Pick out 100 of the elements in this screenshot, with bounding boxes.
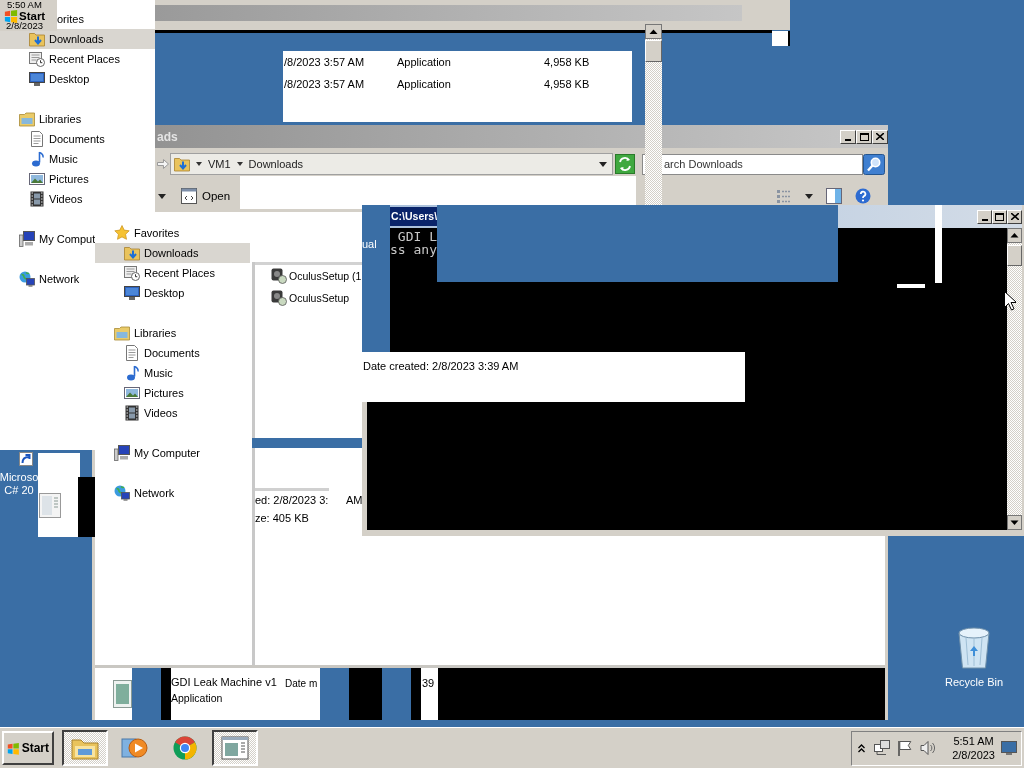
open-button[interactable]: Open xyxy=(178,186,235,206)
nav-item[interactable]: Pictures xyxy=(95,383,250,403)
network-icon[interactable] xyxy=(874,740,890,756)
nav-item[interactable]: Network xyxy=(0,269,95,289)
preview-pane-icon[interactable] xyxy=(826,188,842,204)
nav-item[interactable]: Desktop xyxy=(0,69,155,89)
nav-item[interactable]: Downloads xyxy=(95,243,250,263)
document-icon xyxy=(124,345,140,361)
media-player-icon xyxy=(121,736,149,760)
window-title: C:\Users\ xyxy=(390,207,439,226)
clock-time[interactable]: 5:51 AM xyxy=(953,734,994,748)
chevron-up-icon[interactable] xyxy=(858,743,865,753)
window-icon xyxy=(113,680,132,708)
dropdown-arrow-icon[interactable] xyxy=(599,161,607,167)
maximize-button[interactable] xyxy=(992,209,1007,224)
nav-item[interactable]: Recent Places xyxy=(0,49,155,69)
folder-icon xyxy=(19,111,35,127)
picture-icon xyxy=(29,171,45,187)
clock-date[interactable]: 2/8/2023 xyxy=(952,748,995,762)
nav-item[interactable]: Documents xyxy=(0,129,155,149)
globe-icon xyxy=(114,485,130,501)
folder-icon xyxy=(114,325,130,341)
scrollbar[interactable] xyxy=(1007,228,1022,530)
detail-text: AM xyxy=(346,494,363,506)
maximize-button[interactable] xyxy=(856,129,872,144)
computer-icon xyxy=(19,231,35,247)
nav-item[interactable]: Desktop xyxy=(95,283,250,303)
breadcrumb-arrow-icon[interactable] xyxy=(195,162,202,166)
detail-text: ed: 2/8/2023 3: xyxy=(255,494,330,506)
nav-item[interactable]: My Comput xyxy=(0,229,95,249)
clock-date: 2/8/2023 xyxy=(5,21,44,31)
close-button[interactable] xyxy=(872,129,888,144)
minimize-button[interactable] xyxy=(840,129,856,144)
help-icon[interactable] xyxy=(855,188,871,204)
window-title: ads xyxy=(157,129,178,144)
picture-icon xyxy=(124,385,140,401)
monitor-icon xyxy=(124,285,140,301)
recycle-bin-icon[interactable] xyxy=(956,624,992,670)
breadcrumb-item[interactable]: Downloads xyxy=(248,158,303,170)
address-bar[interactable]: VM1 Downloads xyxy=(169,153,613,175)
search-icon[interactable] xyxy=(863,153,885,175)
minimize-icon xyxy=(981,218,988,221)
scroll-up-icon[interactable] xyxy=(645,24,662,39)
breadcrumb-item[interactable]: VM1 xyxy=(207,158,231,170)
table-cell-text: /8/2023 3:57 AM xyxy=(283,56,366,68)
nav-item[interactable]: Libraries xyxy=(95,323,250,343)
windows-logo-icon xyxy=(4,8,18,23)
flag-icon[interactable] xyxy=(897,740,913,756)
minimize-icon xyxy=(845,138,851,141)
start-button[interactable]: Start xyxy=(2,731,54,765)
nav-item[interactable]: Network xyxy=(95,483,250,503)
scrollbar-thumb[interactable] xyxy=(1007,245,1022,266)
close-button[interactable] xyxy=(1007,209,1022,224)
clock-window-icon xyxy=(29,51,45,67)
computer-icon xyxy=(114,445,130,461)
clock-window-icon xyxy=(124,265,140,281)
taskbar-button[interactable] xyxy=(212,730,258,766)
window-icon xyxy=(181,188,197,204)
nav-item[interactable]: Favorites xyxy=(95,223,250,243)
nav-item[interactable]: Libraries xyxy=(0,109,155,129)
star-icon xyxy=(114,225,130,241)
table-cell-text: Application xyxy=(397,78,452,90)
nav-item[interactable]: Documents xyxy=(95,343,250,363)
nav-item[interactable]: Pictures xyxy=(0,169,155,189)
nav-item[interactable]: Videos xyxy=(95,403,250,423)
scroll-up-icon[interactable] xyxy=(1007,228,1022,243)
folder-download-icon xyxy=(29,31,45,47)
nav-item[interactable]: My Computer xyxy=(95,443,250,463)
show-desktop-icon[interactable] xyxy=(1001,741,1017,755)
file-item[interactable]: OculusSetup xyxy=(255,287,362,309)
speaker-icon[interactable] xyxy=(920,740,936,756)
scroll-down-icon[interactable] xyxy=(1007,515,1022,530)
scrollbar-thumb[interactable] xyxy=(645,40,662,62)
music-note-icon xyxy=(124,365,140,381)
caret-icon[interactable] xyxy=(158,193,166,199)
maximize-icon xyxy=(859,132,869,141)
scrollbar[interactable] xyxy=(645,24,662,205)
search-field[interactable]: arch Downloads xyxy=(642,153,863,175)
breadcrumb-arrow-icon[interactable] xyxy=(236,162,243,166)
nav-item[interactable]: orites xyxy=(57,9,155,29)
file-item[interactable]: OculusSetup (1 xyxy=(255,265,362,287)
folder-download-icon xyxy=(124,245,140,261)
refresh-icon[interactable] xyxy=(615,154,635,174)
document-icon xyxy=(29,131,45,147)
globe-icon xyxy=(19,271,35,287)
nav-item[interactable]: Recent Places xyxy=(95,263,250,283)
icon-label: ual xyxy=(362,238,377,250)
minimize-button[interactable] xyxy=(977,209,992,224)
start-button[interactable]: Start xyxy=(4,10,57,21)
nav-item[interactable]: Videos xyxy=(0,189,155,209)
maximize-icon xyxy=(995,212,1004,221)
shortcut-arrow-icon[interactable] xyxy=(19,452,33,466)
folder-icon xyxy=(71,736,99,760)
nav-item[interactable]: Downloads xyxy=(0,29,155,49)
nav-item[interactable]: Music xyxy=(0,149,155,169)
caret-icon[interactable] xyxy=(805,193,813,199)
console-text: ss any xyxy=(390,243,437,256)
forward-arrow-icon[interactable] xyxy=(157,159,169,169)
taskbar-button[interactable] xyxy=(62,730,108,766)
nav-item[interactable]: Music xyxy=(95,363,250,383)
